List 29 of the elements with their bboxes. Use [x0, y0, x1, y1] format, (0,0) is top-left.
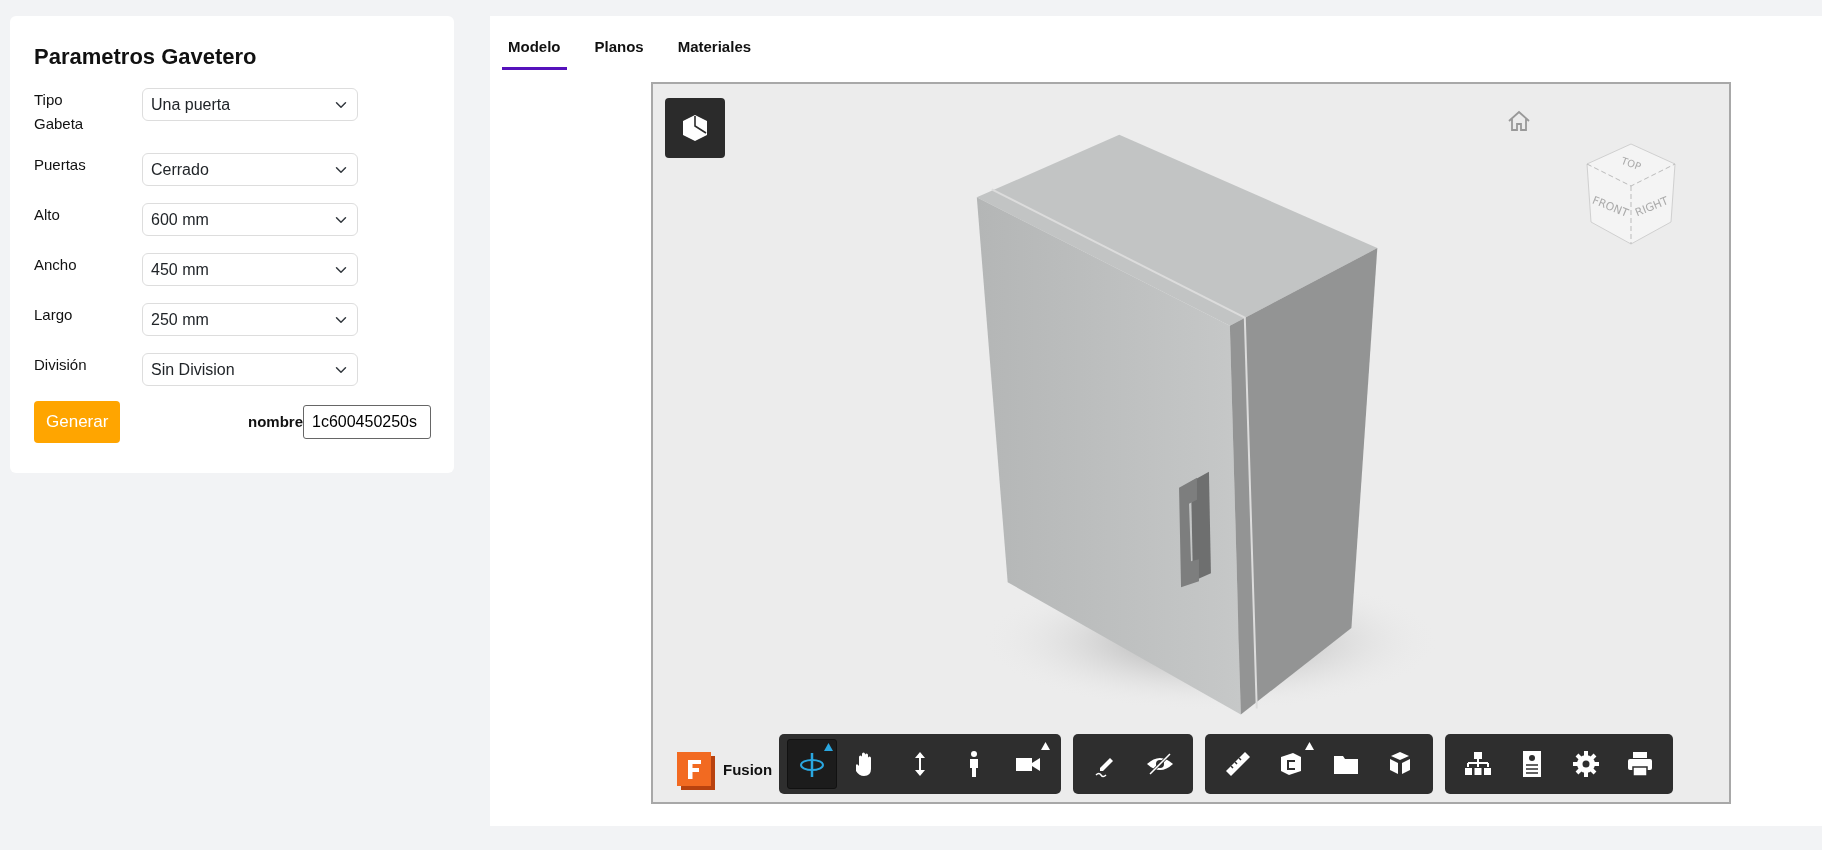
select-field[interactable]: Sin Division [142, 353, 358, 387]
select-field[interactable]: 250 mm [142, 303, 358, 337]
field-label: Largo [34, 305, 74, 326]
caret-icon [1305, 741, 1314, 750]
select-field[interactable]: Cerrado [142, 153, 358, 187]
caret-icon [824, 742, 833, 751]
caret-icon [1041, 741, 1050, 750]
field-label: nombre [248, 411, 303, 432]
tab[interactable]: Materiales [671, 24, 758, 70]
brand-name: Fusion [723, 760, 773, 781]
select-field[interactable]: Una puerta [142, 88, 358, 122]
tool-button[interactable] [787, 738, 837, 789]
cube-icon [681, 112, 709, 143]
tab[interactable]: Planos [588, 24, 650, 70]
field-label: Alto [34, 205, 61, 226]
app-logo [677, 751, 715, 790]
field-label: Tipo Gabeta [34, 90, 85, 135]
select-field[interactable]: 600 mm [142, 203, 358, 237]
field-label: Ancho [34, 255, 78, 276]
tab[interactable]: Modelo [502, 24, 567, 70]
view-mode-button[interactable] [665, 97, 725, 158]
settings-icon [1571, 748, 1601, 779]
select-field[interactable]: 450 mm [142, 253, 358, 287]
updown-arrow-icon [914, 750, 926, 777]
field-label: División [34, 355, 88, 376]
name-field[interactable]: 1c600450250s [303, 405, 431, 440]
field-label: Puertas [34, 155, 87, 176]
form-title: Parametros Gavetero [34, 44, 258, 71]
person-icon [969, 749, 979, 778]
